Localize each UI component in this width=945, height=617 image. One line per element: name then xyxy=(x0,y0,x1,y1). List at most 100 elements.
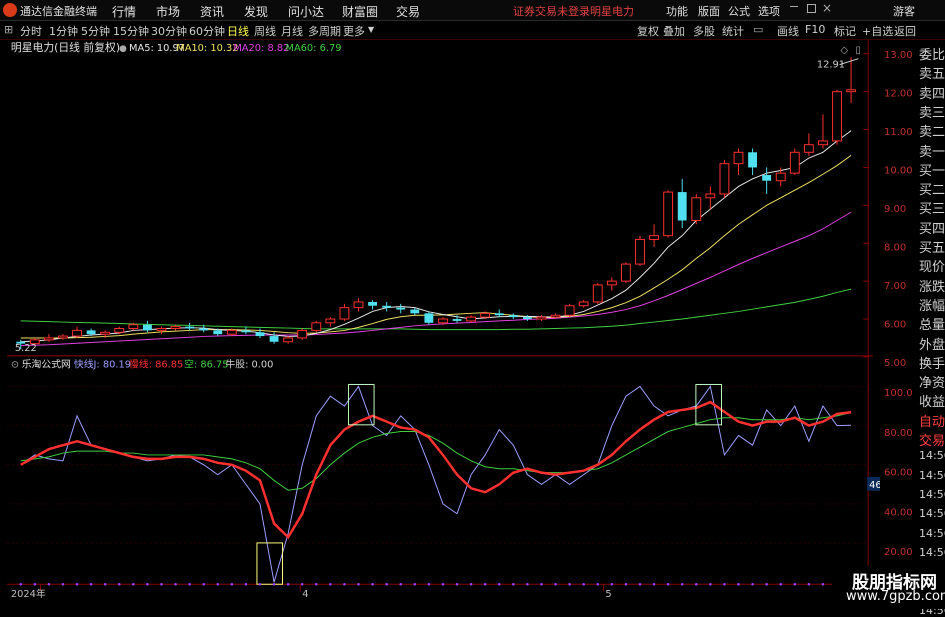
menu-market[interactable]: 市场 xyxy=(156,3,180,20)
quote-panel-item[interactable]: 卖三 xyxy=(919,102,945,121)
guest-label[interactable]: 游客 xyxy=(893,3,915,19)
close-icon[interactable]: × xyxy=(822,1,832,15)
period-5min[interactable]: 5分钟 xyxy=(81,23,110,39)
baseline-dot xyxy=(160,582,163,586)
quote-panel-item[interactable]: 14:56 xyxy=(919,469,945,482)
multi-stock-button[interactable]: 多股 xyxy=(693,23,715,39)
more-dropdown-icon[interactable]: ▼ xyxy=(368,25,374,34)
draw-line-button[interactable]: 画线 xyxy=(777,23,799,39)
fast-line-label: 快线J: 80.19 xyxy=(74,358,131,371)
quote-panel-item[interactable]: 收益 xyxy=(919,391,945,410)
candle-body xyxy=(480,312,491,318)
baseline-dot xyxy=(357,582,360,586)
quote-panel-item[interactable]: 外盘 xyxy=(919,334,945,353)
menu-options[interactable]: 选项 xyxy=(758,3,780,19)
candle-body xyxy=(283,337,294,343)
menu-functions[interactable]: 功能 xyxy=(666,3,688,19)
f10-button[interactable]: F10 xyxy=(805,23,825,36)
period-60min[interactable]: 60分钟 xyxy=(189,23,225,39)
quote-panel-item[interactable]: 14:56 xyxy=(919,507,945,520)
candle-body xyxy=(199,328,209,331)
quote-panel-item[interactable]: 14:56 xyxy=(919,449,945,462)
period-tick[interactable]: 分时 xyxy=(20,23,42,39)
chart-area[interactable]: 2024年 4 5 明星电力(日线 前复权) ● MA5: 10.97 MA10: … xyxy=(0,40,880,600)
indicator-title: 乐淘公式网 xyxy=(22,358,71,371)
quote-panel-item[interactable]: 14:56 xyxy=(919,546,945,559)
menu-wealth[interactable]: 财富圈 xyxy=(342,3,378,20)
baseline-dot xyxy=(47,582,51,586)
candle-body xyxy=(311,322,322,331)
title-bar: 通达信金融终端 行情 市场 资讯 发现 问小达 财富圈 交易 证券交易未登录 明… xyxy=(0,0,945,21)
period-daily[interactable]: 日线 xyxy=(227,23,249,39)
app-title: 通达信金融终端 xyxy=(20,5,97,18)
slow-line-label: 慢线: 86.85 xyxy=(129,358,183,371)
baseline-dot xyxy=(582,582,585,586)
menu-trade[interactable]: 交易 xyxy=(396,3,420,20)
baseline-dot xyxy=(765,582,768,586)
candle-body xyxy=(649,235,659,240)
quote-panel-item[interactable]: 买二 xyxy=(919,179,945,198)
quote-panel-item[interactable]: 换手 xyxy=(919,353,945,372)
quote-panel-item[interactable]: 14:56 xyxy=(919,488,945,501)
chart-title: 明星电力(日线 前复权) xyxy=(11,40,120,54)
price-tick-label: 6.00 xyxy=(884,320,906,331)
candle-body xyxy=(663,191,674,237)
period-30min[interactable]: 30分钟 xyxy=(151,23,187,39)
grid-menu-icon[interactable]: ⊞ xyxy=(4,23,13,36)
maximize-icon[interactable] xyxy=(807,4,816,13)
period-multi[interactable]: 多周期 xyxy=(308,23,341,39)
quote-panel-item[interactable]: 卖一 xyxy=(919,141,945,160)
quote-panel-item[interactable]: 交易 xyxy=(919,430,945,449)
back-button[interactable]: 返回 xyxy=(894,23,916,39)
stats-button[interactable]: 统计 xyxy=(722,23,744,39)
baseline-dot xyxy=(497,582,501,586)
candle-body xyxy=(452,319,462,321)
app-logo-icon xyxy=(3,3,17,17)
ma-toggle-icon[interactable]: ● xyxy=(119,44,127,54)
quote-panel-item[interactable]: 总量 xyxy=(919,314,945,333)
menu-layout[interactable]: 版面 xyxy=(698,3,720,19)
baseline-dot xyxy=(554,582,557,586)
quote-panel-item[interactable]: 买五 xyxy=(919,237,945,256)
diamond-icon[interactable]: ◇ xyxy=(841,45,849,56)
quote-panel-item[interactable]: 买一 xyxy=(919,160,945,179)
quote-panel-item[interactable]: 卖二 xyxy=(919,121,945,140)
quote-panel-item[interactable]: 买四 xyxy=(919,218,945,237)
add-watchlist-button[interactable]: +自选 xyxy=(862,23,893,39)
chart-icon[interactable]: ▭ xyxy=(753,23,763,36)
quote-panel-item[interactable]: 净资 xyxy=(919,372,945,391)
menu-formula[interactable]: 公式 xyxy=(728,3,750,19)
quote-panel-item[interactable]: 买三 xyxy=(919,198,945,217)
mark-button[interactable]: 标记 xyxy=(834,23,856,39)
period-monthly[interactable]: 月线 xyxy=(281,23,303,39)
period-15min[interactable]: 15分钟 xyxy=(113,23,149,39)
adjust-button[interactable]: 复权 xyxy=(637,23,659,39)
quote-panel-item[interactable]: 卖五 xyxy=(919,63,945,82)
panel-toggle-icon[interactable]: ▯ xyxy=(855,45,860,56)
quote-panel-item[interactable]: 涨幅 xyxy=(919,295,945,314)
candle-body xyxy=(564,305,575,316)
menu-ask[interactable]: 问小达 xyxy=(288,3,324,20)
baseline-dot xyxy=(146,582,149,586)
menu-discover[interactable]: 发现 xyxy=(244,3,268,20)
indicator-settings-icon[interactable]: ⊙ xyxy=(11,360,19,371)
login-warning[interactable]: 证券交易未登录 xyxy=(513,3,590,19)
minimize-icon[interactable] xyxy=(790,6,798,7)
quote-panel-item[interactable]: 现价 xyxy=(919,256,945,275)
quote-panel-item[interactable]: 自动 xyxy=(919,411,945,430)
quote-panel-item[interactable]: 14:56 xyxy=(919,527,945,540)
period-weekly[interactable]: 周线 xyxy=(254,23,276,39)
baseline-dot xyxy=(526,582,529,586)
menu-news[interactable]: 资讯 xyxy=(200,3,224,20)
baseline-dot xyxy=(427,582,431,586)
price-tick-label: 13.00 xyxy=(884,50,913,61)
period-more[interactable]: 更多 xyxy=(343,23,365,39)
candle-body xyxy=(620,263,631,282)
candle-body xyxy=(536,316,547,320)
period-1min[interactable]: 1分钟 xyxy=(49,23,78,39)
quote-panel-item[interactable]: 委比 xyxy=(919,44,945,63)
menu-quotes[interactable]: 行情 xyxy=(112,3,136,20)
overlay-button[interactable]: 叠加 xyxy=(663,23,685,39)
quote-panel-item[interactable]: 卖四 xyxy=(919,83,945,102)
quote-panel-item[interactable]: 涨跌 xyxy=(919,276,945,295)
